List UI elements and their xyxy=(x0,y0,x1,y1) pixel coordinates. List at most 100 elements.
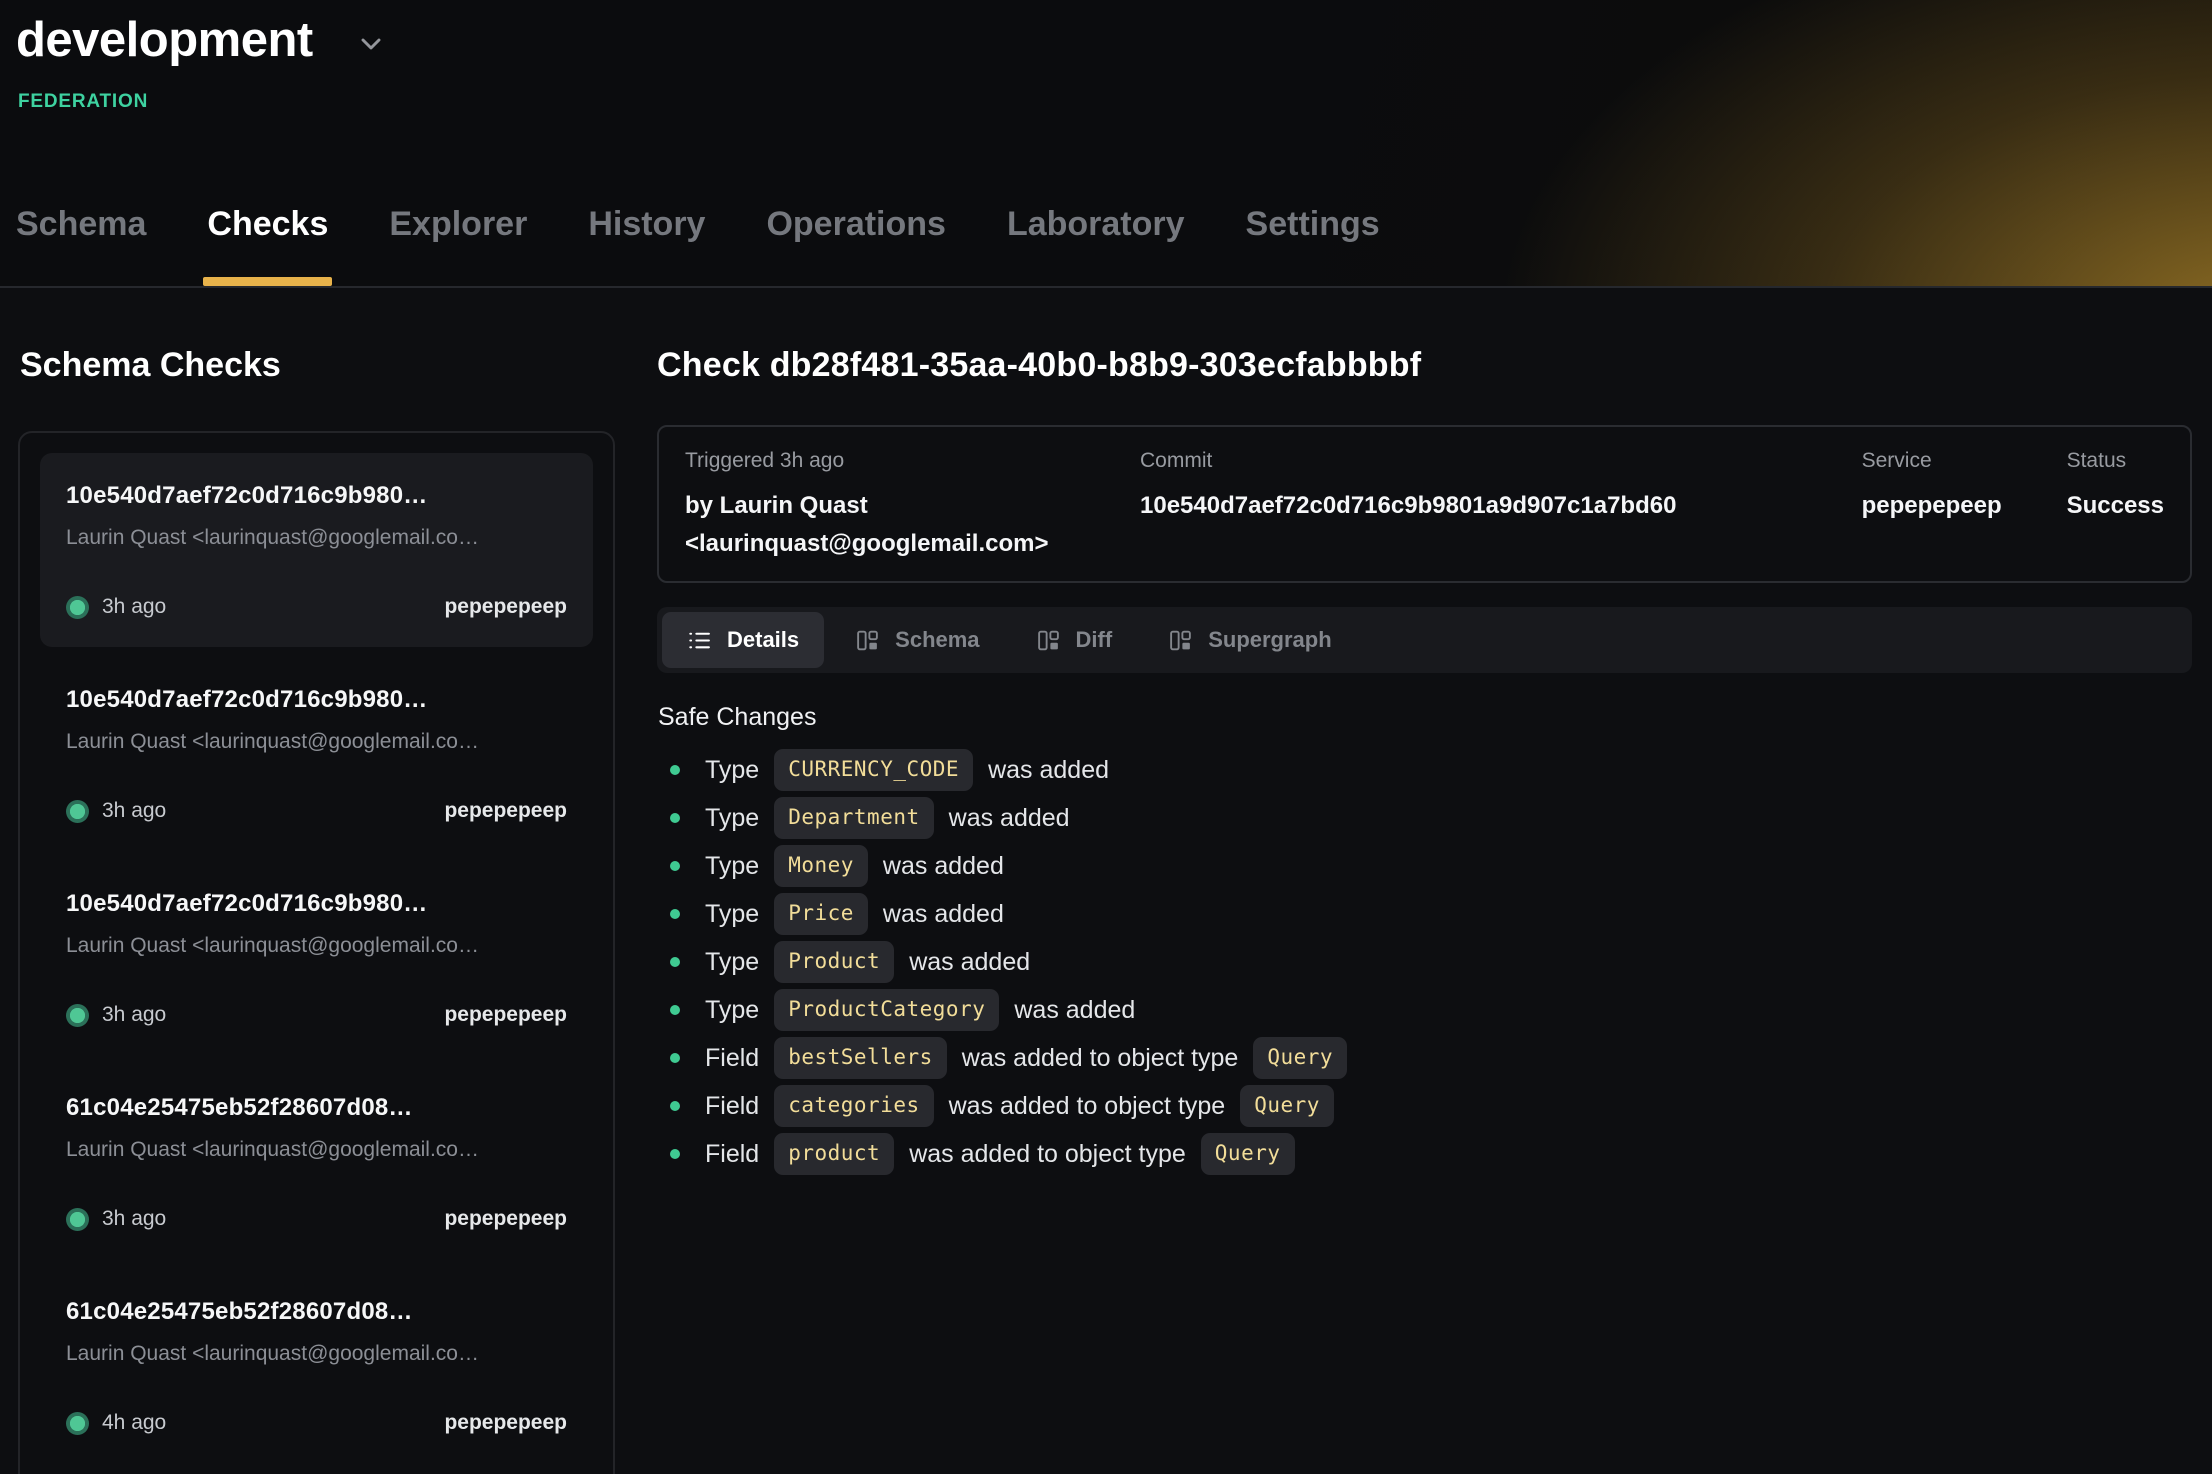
check-footer: 3h agopepepepeep xyxy=(66,1003,567,1027)
change-code: bestSellers xyxy=(774,1037,947,1079)
check-time: 3h ago xyxy=(102,1003,166,1027)
change-row: Fieldcategorieswas added to object typeQ… xyxy=(657,1082,2192,1130)
detail-tab-label: Details xyxy=(727,627,799,653)
nav-tab-laboratory[interactable]: Laboratory xyxy=(1005,205,1187,286)
bullet-icon xyxy=(670,957,680,967)
change-kind: Type xyxy=(705,900,759,929)
meta-service-label: Service xyxy=(1862,449,2067,473)
meta-triggered-author-line2: <laurinquast@googlemail.com> xyxy=(685,525,1140,563)
meta-status: Status Success xyxy=(2067,449,2164,563)
check-title: Check db28f481-35aa-40b0-b8b9-303ecfabbb… xyxy=(657,346,2192,385)
change-code: Money xyxy=(774,845,868,887)
detail-tab-diff[interactable]: Diff xyxy=(1011,612,1138,668)
status-dot-icon xyxy=(66,1004,89,1027)
check-list-item[interactable]: 61c04e25475eb52f28607d08…Laurin Quast <l… xyxy=(40,1065,593,1259)
content-area: Schema Checks 10e540d7aef72c0d716c9b980…… xyxy=(0,288,2212,1472)
chevron-down-icon[interactable] xyxy=(355,28,387,65)
check-time: 4h ago xyxy=(102,1411,166,1435)
change-row: TypeDepartmentwas added xyxy=(657,794,2192,842)
check-author: Laurin Quast <laurinquast@googlemail.co… xyxy=(66,1137,567,1163)
nav-tab-explorer[interactable]: Explorer xyxy=(387,205,529,286)
change-text: was added xyxy=(949,804,1070,833)
change-text: was added to object type xyxy=(909,1140,1186,1169)
check-service-name: pepepepeep xyxy=(444,799,567,823)
active-tab-underline xyxy=(203,277,332,286)
meta-status-value: Success xyxy=(2067,487,2164,525)
check-footer: 3h agopepepepeep xyxy=(66,799,567,823)
meta-commit-value: 10e540d7aef72c0d716c9b9801a9d907c1a7bd60 xyxy=(1140,487,1862,525)
change-suffix-code: Query xyxy=(1253,1037,1347,1079)
change-text: was added to object type xyxy=(949,1092,1226,1121)
nav-tab-schema[interactable]: Schema xyxy=(14,205,148,286)
change-text: was added xyxy=(909,948,1030,977)
change-code: product xyxy=(774,1133,894,1175)
check-commit-hash: 10e540d7aef72c0d716c9b980… xyxy=(66,685,567,715)
columns-icon xyxy=(1036,628,1061,653)
change-code: categories xyxy=(774,1085,933,1127)
change-kind: Type xyxy=(705,996,759,1025)
nav-tab-operations[interactable]: Operations xyxy=(764,205,947,286)
status-dot-icon xyxy=(66,800,89,823)
detail-tabs: Details SchemaDiff Supergraph xyxy=(657,607,2192,673)
app-root: development FEDERATION SchemaChecksExplo… xyxy=(0,0,2212,1474)
change-code: Price xyxy=(774,893,868,935)
change-text: was added xyxy=(883,852,1004,881)
change-code: ProductCategory xyxy=(774,989,999,1031)
sidebar-title: Schema Checks xyxy=(20,346,615,385)
meta-service: Service pepepepeep xyxy=(1862,449,2067,563)
check-list-item[interactable]: 10e540d7aef72c0d716c9b980… Laurin Quast <… xyxy=(40,861,593,1055)
check-commit-hash: 10e540d7aef72c0d716c9b980… xyxy=(66,481,567,511)
nav-tab-label: Checks xyxy=(207,205,328,243)
nav-tab-label: Operations xyxy=(766,205,945,243)
check-author: Laurin Quast <laurinquast@googlemail.co… xyxy=(66,933,567,959)
change-row: FieldbestSellerswas added to object type… xyxy=(657,1034,2192,1082)
change-kind: Type xyxy=(705,852,759,881)
safe-changes-list: TypeCURRENCY_CODEwas addedTypeDepartment… xyxy=(657,746,2192,1178)
check-service-name: pepepepeep xyxy=(444,1207,567,1231)
change-suffix-code: Query xyxy=(1201,1133,1295,1175)
project-header: development FEDERATION SchemaChecksExplo… xyxy=(0,0,2212,288)
change-row: Type Price was added xyxy=(657,890,2192,938)
change-kind: Field xyxy=(705,1044,759,1073)
nav-tab-label: Settings xyxy=(1246,205,1380,243)
check-list-item[interactable]: 10e540d7aef72c0d716c9b980… Laurin Quast <… xyxy=(40,453,593,647)
check-author: Laurin Quast <laurinquast@googlemail.co… xyxy=(66,525,567,551)
detail-tab-details[interactable]: Details xyxy=(662,612,824,668)
detail-tab-supergraph[interactable]: Supergraph xyxy=(1143,612,1356,668)
detail-tab-label: Supergraph xyxy=(1208,627,1331,653)
check-list-item[interactable]: 10e540d7aef72c0d716c9b980…Laurin Quast <… xyxy=(40,657,593,851)
change-code: Product xyxy=(774,941,894,983)
status-dot-icon xyxy=(66,1412,89,1435)
meta-commit: Commit 10e540d7aef72c0d716c9b9801a9d907c… xyxy=(1140,449,1862,563)
check-meta-box: Triggered 3h ago by Laurin Quast <laurin… xyxy=(657,425,2192,583)
change-text: was added xyxy=(1014,996,1135,1025)
change-kind: Type xyxy=(705,804,759,833)
columns-icon xyxy=(855,628,880,653)
check-time: 3h ago xyxy=(102,595,166,619)
bullet-icon xyxy=(670,765,680,775)
bullet-icon xyxy=(670,1053,680,1063)
detail-tab-schema[interactable]: Schema xyxy=(830,612,1004,668)
nav-tab-settings[interactable]: Settings xyxy=(1244,205,1382,286)
project-title[interactable]: development xyxy=(16,12,313,68)
nav-tab-label: History xyxy=(588,205,705,243)
check-commit-hash: 10e540d7aef72c0d716c9b980… xyxy=(66,889,567,919)
safe-changes-title: Safe Changes xyxy=(658,703,2192,732)
schema-checks-list: 10e540d7aef72c0d716c9b980… Laurin Quast <… xyxy=(18,431,615,1474)
change-suffix-code: Query xyxy=(1240,1085,1334,1127)
project-switcher: development xyxy=(16,12,387,68)
bullet-icon xyxy=(670,909,680,919)
change-row: TypeCURRENCY_CODEwas added xyxy=(657,746,2192,794)
bullet-icon xyxy=(670,1005,680,1015)
nav-tab-history[interactable]: History xyxy=(586,205,707,286)
nav-tab-checks[interactable]: Checks xyxy=(205,205,330,286)
change-row: Fieldproductwas added to object typeQuer… xyxy=(657,1130,2192,1178)
change-text: was added xyxy=(883,900,1004,929)
columns-icon xyxy=(1168,628,1193,653)
change-row: Type Money was added xyxy=(657,842,2192,890)
check-time: 3h ago xyxy=(102,1207,166,1231)
check-list-item[interactable]: 61c04e25475eb52f28607d08…Laurin Quast <l… xyxy=(40,1269,593,1463)
list-icon xyxy=(687,628,712,653)
nav-tab-label: Schema xyxy=(16,205,146,243)
check-footer: 3h ago pepepepeep xyxy=(66,1207,567,1231)
